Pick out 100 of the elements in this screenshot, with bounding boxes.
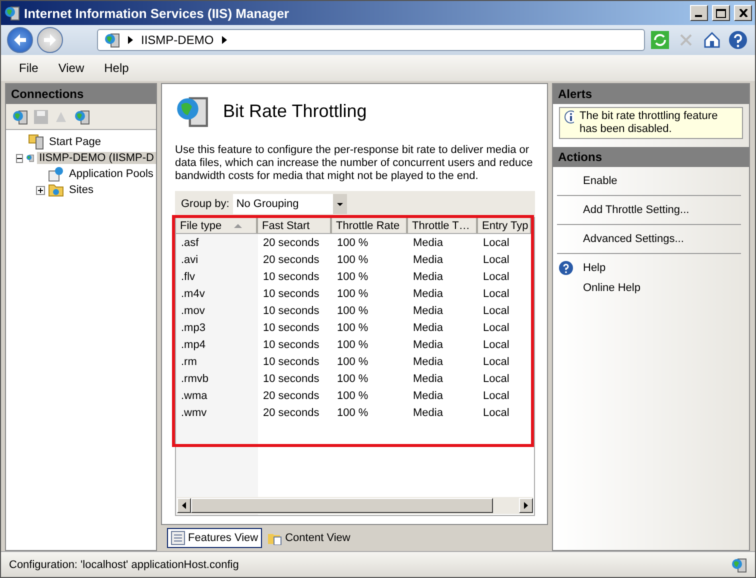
breadcrumb[interactable]: IISMP-DEMO (141, 33, 214, 47)
tree-item[interactable]: IISMP-DEMO (IISMP-D (37, 152, 156, 164)
action-link[interactable]: Help (557, 258, 741, 278)
help-icon (728, 30, 748, 50)
home-icon (703, 31, 721, 49)
table-cell-text: 20 seconds (262, 406, 320, 418)
table-cell-text: Media (412, 322, 444, 334)
help-icon (559, 261, 573, 275)
table-cell-text: Local (482, 322, 510, 334)
address-bar[interactable]: IISMP-DEMO (97, 29, 645, 51)
status-text: Configuration: 'localhost' applicationHost.config (9, 558, 239, 570)
table-cell-text: Local (482, 372, 510, 384)
table-cell-text: .wmv (180, 406, 208, 418)
table-cell-text: .flv (180, 270, 196, 282)
table-cell-text: Media (412, 270, 444, 282)
column-header[interactable]: Throttle T… (408, 218, 478, 234)
table-cell-text: .mp4 (180, 338, 206, 350)
help-button[interactable] (727, 29, 749, 51)
table-cell-text: Media (412, 372, 444, 384)
group-by-label: Group by: (181, 198, 230, 210)
close-button[interactable] (734, 5, 752, 21)
expand-toggle[interactable] (36, 186, 45, 194)
table-cell-text: Local (482, 304, 510, 316)
table-cell-text: Local (482, 254, 510, 266)
refresh-icon (651, 31, 669, 49)
arrow-right-icon (43, 34, 57, 46)
table-cell-text: 100 % (336, 356, 370, 368)
scroll-thumb[interactable] (191, 498, 493, 513)
app-icon (4, 5, 20, 21)
table-cell-text: Media (412, 254, 444, 266)
table-cell-text: .mp3 (180, 322, 206, 334)
alert-message: The bit rate throttling feature has been disabled. (580, 110, 719, 136)
table-cell-text: 10 seconds (262, 322, 320, 334)
scroll-left-button[interactable] (177, 498, 191, 513)
table-cell-text: 10 seconds (262, 356, 320, 368)
server-icon (731, 556, 747, 572)
refresh-button[interactable] (649, 29, 671, 51)
column-header[interactable]: Entry Typ (478, 218, 532, 234)
action-link[interactable]: Advanced Settings... (557, 229, 741, 249)
forward-button[interactable] (37, 27, 63, 53)
table-cell-text: Media (412, 406, 444, 418)
maximize-button[interactable] (712, 5, 730, 21)
tree-item[interactable]: Sites (67, 184, 96, 196)
table-cell-text: Local (482, 236, 510, 248)
content-view-icon (268, 531, 282, 545)
table-cell-text: .avi (180, 254, 200, 266)
table-cell-text: 100 % (336, 288, 370, 300)
table-cell-text: Media (412, 390, 444, 402)
tree-item[interactable]: Application Pools (67, 168, 156, 180)
arrow-left-icon (182, 502, 186, 509)
action-link[interactable]: Online Help (557, 278, 741, 298)
table-cell-text: 10 seconds (262, 372, 320, 384)
view-tab[interactable]: Features View (167, 528, 262, 548)
back-button[interactable] (7, 27, 33, 53)
group-by-dropdown[interactable]: No Grouping (233, 194, 348, 214)
table-cell-text: Local (482, 288, 510, 300)
feature-description: Use this feature to configure the per-response bit rate to deliver media or data files, which can increase the number of concurrent users and reduce bandwidth costs for media that might not be played to the end. (175, 144, 534, 183)
actions-header: Actions (553, 147, 749, 167)
table-cell-text: 100 % (336, 406, 370, 418)
table-cell-text: 10 seconds (262, 304, 320, 316)
minimize-button[interactable] (690, 5, 708, 21)
features-view-icon (171, 531, 185, 545)
table-cell-text: 10 seconds (262, 338, 320, 350)
table-cell-text: Local (482, 356, 510, 368)
table-cell-text: .wma (180, 390, 208, 402)
alerts-header: Alerts (553, 84, 749, 104)
table-cell-text: 20 seconds (262, 390, 320, 402)
maximize-icon (716, 8, 726, 18)
horizontal-scrollbar[interactable] (177, 497, 533, 514)
menu-item[interactable]: Help (104, 61, 129, 75)
table-cell-text: Media (412, 338, 444, 350)
server-globe-icon (175, 94, 209, 128)
table-cell-text: .rm (180, 356, 198, 368)
scroll-right-button[interactable] (519, 498, 533, 513)
info-icon (564, 110, 574, 124)
x-icon (678, 32, 694, 48)
table-cell-text: 20 seconds (262, 236, 320, 248)
column-header[interactable]: Fast Start (258, 218, 332, 234)
collapse-toggle[interactable] (16, 154, 23, 162)
table-cell-text: Local (482, 406, 510, 418)
action-link[interactable]: Add Throttle Setting... (557, 200, 741, 220)
table-cell-text: 100 % (336, 372, 370, 384)
column-header[interactable]: Throttle Rate (332, 218, 408, 234)
table-cell-text: Local (482, 270, 510, 282)
table-cell-text: 100 % (336, 236, 370, 248)
arrow-left-icon (13, 34, 27, 46)
column-header[interactable]: File type (176, 218, 258, 234)
save-icon (34, 110, 48, 124)
table-cell-text: 100 % (336, 270, 370, 282)
table-cell-text: 10 seconds (262, 270, 320, 282)
view-tab[interactable]: Content View (264, 528, 354, 548)
chevron-icon (128, 36, 133, 44)
menu-item[interactable]: File (19, 61, 38, 75)
connections-header: Connections (6, 84, 156, 104)
tree-item[interactable]: Start Page (47, 136, 103, 148)
up-icon (54, 110, 68, 124)
menu-item[interactable]: View (58, 61, 84, 75)
action-link[interactable]: Enable (557, 171, 741, 191)
arrow-right-icon (524, 502, 528, 509)
table-cell-text: Local (482, 390, 510, 402)
